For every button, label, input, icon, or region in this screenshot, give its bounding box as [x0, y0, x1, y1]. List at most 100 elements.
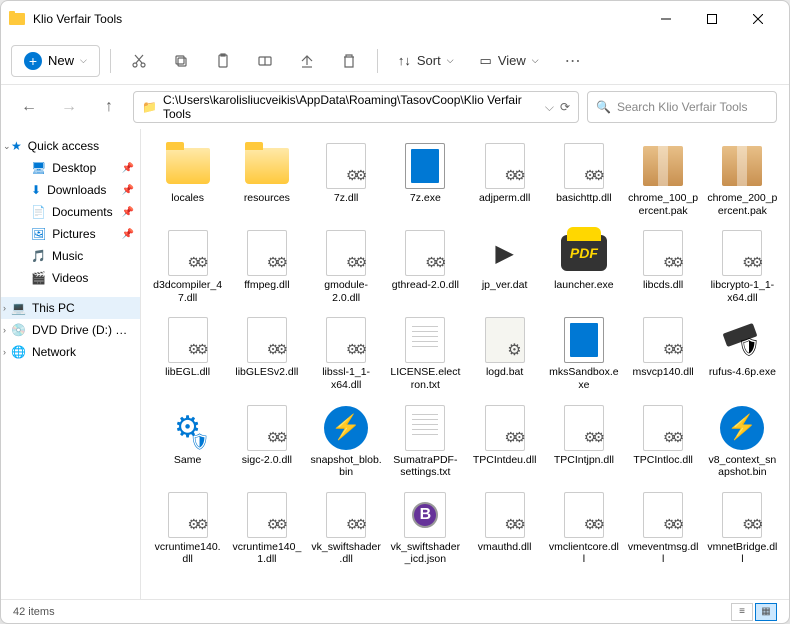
- file-label: sigc-2.0.dll: [242, 454, 292, 467]
- file-item[interactable]: libcrypto-1_1-x64.dll: [704, 224, 781, 309]
- file-item[interactable]: Bvk_swiftshader_icd.json: [387, 486, 464, 571]
- file-item[interactable]: locales: [149, 137, 226, 222]
- back-button[interactable]: ←: [13, 91, 45, 123]
- sidebar-item-pictures[interactable]: 🖼Pictures📌: [1, 223, 140, 245]
- file-item[interactable]: chrome_100_percent.pak: [625, 137, 702, 222]
- file-item[interactable]: LICENSE.electron.txt: [387, 311, 464, 396]
- file-icon: [399, 316, 451, 364]
- file-item[interactable]: ⚡v8_context_snapshot.bin: [704, 399, 781, 484]
- label: Documents: [52, 205, 113, 219]
- file-item[interactable]: mksSandbox.exe: [545, 311, 622, 396]
- file-item[interactable]: vmnetBridge.dll: [704, 486, 781, 571]
- file-item[interactable]: adjperm.dll: [466, 137, 543, 222]
- file-item[interactable]: gmodule-2.0.dll: [308, 224, 385, 309]
- copy-button[interactable]: [163, 43, 199, 79]
- file-item[interactable]: ⚡snapshot_blob.bin: [308, 399, 385, 484]
- more-button[interactable]: ⋯: [555, 43, 591, 79]
- file-icon: [637, 491, 689, 539]
- share-button[interactable]: [289, 43, 325, 79]
- file-item[interactable]: gthread-2.0.dll: [387, 224, 464, 309]
- chevron-down-icon[interactable]: ⌵: [545, 100, 554, 115]
- file-icon: [241, 316, 293, 364]
- file-item[interactable]: vk_swiftshader.dll: [308, 486, 385, 571]
- chevron-right-icon: ›: [3, 325, 6, 335]
- icons-view-toggle[interactable]: ▦: [755, 603, 777, 621]
- file-grid[interactable]: localesresources7z.dll7z.exeadjperm.dllb…: [141, 129, 789, 599]
- file-item[interactable]: ▶jp_ver.dat: [466, 224, 543, 309]
- file-icon: [320, 229, 372, 277]
- file-item[interactable]: SumatraPDF-settings.txt: [387, 399, 464, 484]
- path-input[interactable]: 📁 C:\Users\karolisliucveikis\AppData\Roa…: [133, 91, 579, 123]
- label: Network: [32, 345, 76, 359]
- cut-button[interactable]: [121, 43, 157, 79]
- details-view-toggle[interactable]: ≡: [731, 603, 753, 621]
- up-button[interactable]: ↑: [93, 91, 125, 123]
- delete-button[interactable]: [331, 43, 367, 79]
- file-item[interactable]: 7z.dll: [308, 137, 385, 222]
- sidebar-item-downloads[interactable]: ⬇Downloads📌: [1, 179, 140, 201]
- file-item[interactable]: 7z.exe: [387, 137, 464, 222]
- file-item[interactable]: libEGL.dll: [149, 311, 226, 396]
- paste-button[interactable]: [205, 43, 241, 79]
- file-icon: [716, 316, 768, 364]
- pin-icon: 📌: [122, 163, 134, 174]
- search-placeholder: Search Klio Verfair Tools: [617, 100, 748, 114]
- file-label: rufus-4.6p.exe: [709, 366, 776, 379]
- file-item[interactable]: vmeventmsg.dll: [625, 486, 702, 571]
- file-label: Same: [174, 454, 201, 467]
- file-item[interactable]: logd.bat: [466, 311, 543, 396]
- file-item[interactable]: d3dcompiler_47.dll: [149, 224, 226, 309]
- file-label: jp_ver.dat: [482, 279, 528, 292]
- minimize-button[interactable]: [643, 3, 689, 35]
- file-item[interactable]: PDF launcher.exe: [545, 224, 622, 309]
- sidebar: ⌄ ★ Quick access 🖥Desktop📌 ⬇Downloads📌 📄…: [1, 129, 141, 599]
- refresh-icon[interactable]: ⟳: [560, 100, 570, 114]
- file-item[interactable]: rufus-4.6p.exe: [704, 311, 781, 396]
- network-icon: 🌐: [11, 345, 26, 359]
- sidebar-item-network[interactable]: ›🌐Network: [1, 341, 140, 363]
- file-icon: ⚡: [320, 404, 372, 452]
- close-button[interactable]: [735, 3, 781, 35]
- file-item[interactable]: sigc-2.0.dll: [228, 399, 305, 484]
- sort-button[interactable]: ↑↓ Sort ⌵: [388, 47, 464, 74]
- file-icon: [399, 404, 451, 452]
- file-item[interactable]: libssl-1_1-x64.dll: [308, 311, 385, 396]
- app-icon: [9, 11, 25, 27]
- sidebar-item-videos[interactable]: 🎬Videos: [1, 267, 140, 289]
- file-icon: PDF: [558, 229, 610, 277]
- sidebar-item-thispc[interactable]: ›💻This PC: [1, 297, 140, 319]
- new-button[interactable]: + New ⌵: [11, 45, 100, 77]
- sidebar-item-quickaccess[interactable]: ⌄ ★ Quick access: [1, 135, 140, 157]
- file-item[interactable]: vcruntime140_1.dll: [228, 486, 305, 571]
- file-icon: [320, 142, 372, 190]
- file-item[interactable]: basichttp.dll: [545, 137, 622, 222]
- file-item[interactable]: libGLESv2.dll: [228, 311, 305, 396]
- file-item[interactable]: TPCIntjpn.dll: [545, 399, 622, 484]
- sidebar-item-desktop[interactable]: 🖥Desktop📌: [1, 157, 140, 179]
- sidebar-item-music[interactable]: 🎵Music: [1, 245, 140, 267]
- file-item[interactable]: chrome_200_percent.pak: [704, 137, 781, 222]
- label: Desktop: [52, 161, 96, 175]
- file-item[interactable]: resources: [228, 137, 305, 222]
- file-item[interactable]: TPCIntdeu.dll: [466, 399, 543, 484]
- file-item[interactable]: ⚙Same: [149, 399, 226, 484]
- maximize-button[interactable]: [689, 3, 735, 35]
- view-button[interactable]: ▭ View ⌵: [470, 47, 549, 75]
- file-icon: [716, 491, 768, 539]
- file-item[interactable]: vmclientcore.dll: [545, 486, 622, 571]
- file-item[interactable]: vcruntime140.dll: [149, 486, 226, 571]
- sidebar-item-dvd[interactable]: ›💿DVD Drive (D:) CCCC: [1, 319, 140, 341]
- window-title: Klio Verfair Tools: [33, 12, 643, 26]
- file-item[interactable]: msvcp140.dll: [625, 311, 702, 396]
- file-item[interactable]: TPCIntloc.dll: [625, 399, 702, 484]
- file-item[interactable]: vmauthd.dll: [466, 486, 543, 571]
- titlebar[interactable]: Klio Verfair Tools: [1, 1, 789, 37]
- file-item[interactable]: libcds.dll: [625, 224, 702, 309]
- search-input[interactable]: 🔍 Search Klio Verfair Tools: [587, 91, 777, 123]
- file-label: msvcp140.dll: [632, 366, 693, 379]
- sidebar-item-documents[interactable]: 📄Documents📌: [1, 201, 140, 223]
- forward-button[interactable]: →: [53, 91, 85, 123]
- file-item[interactable]: ffmpeg.dll: [228, 224, 305, 309]
- file-label: launcher.exe: [554, 279, 614, 292]
- rename-button[interactable]: [247, 43, 283, 79]
